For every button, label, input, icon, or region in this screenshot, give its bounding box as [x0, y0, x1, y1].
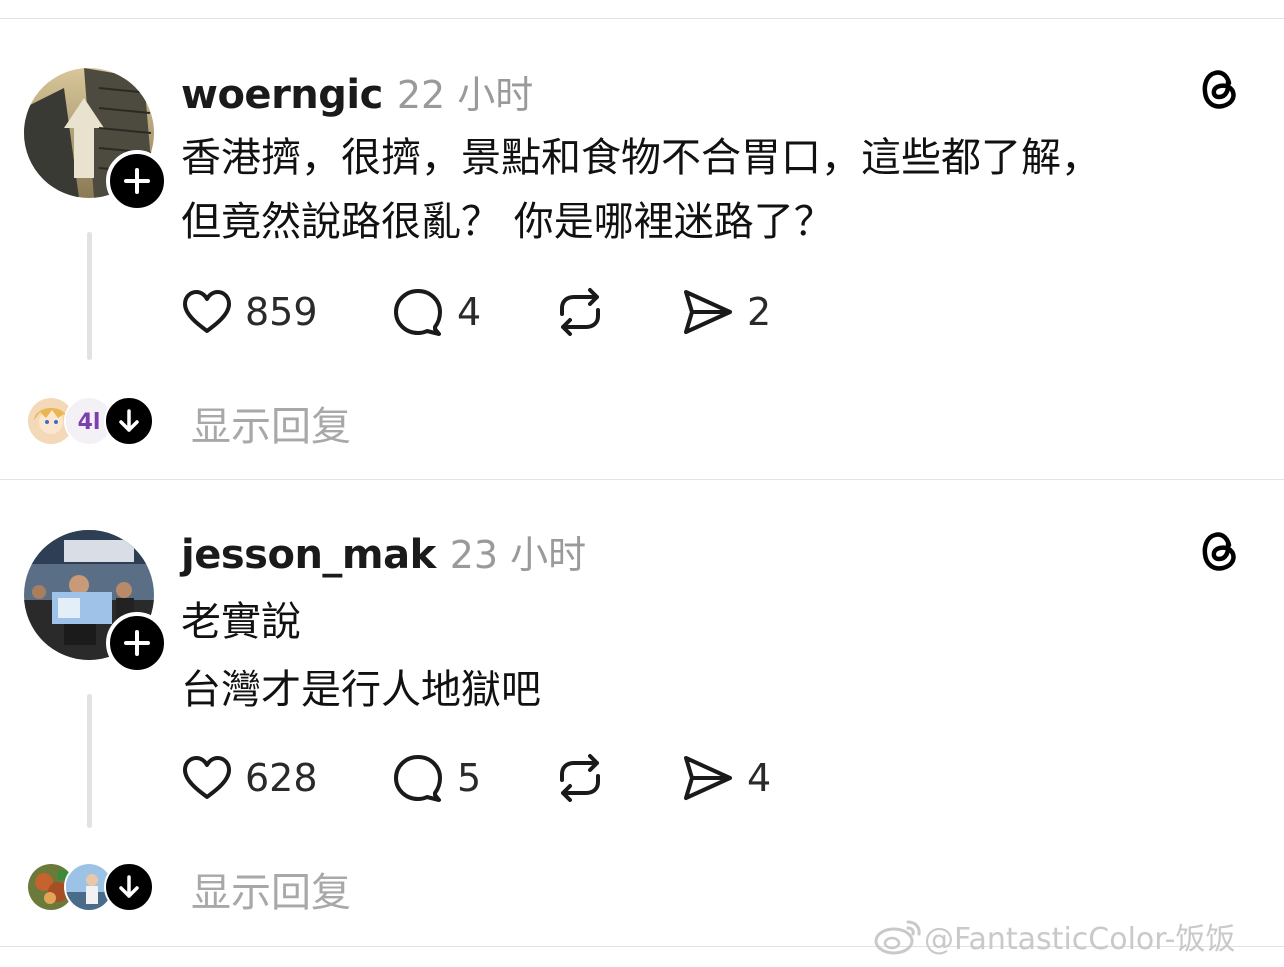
post-body-line: 台灣才是行人地獄吧	[181, 667, 541, 713]
username[interactable]: jesson_mak	[181, 532, 436, 578]
post-divider	[0, 479, 1284, 480]
send-icon	[684, 756, 732, 800]
share-button[interactable]: 4	[681, 750, 771, 806]
repost-icon	[560, 754, 600, 802]
thread-line	[87, 694, 92, 828]
like-count: 628	[245, 756, 318, 800]
share-count: 4	[747, 756, 772, 800]
action-bar: 628 5 4	[181, 750, 821, 806]
follow-button[interactable]	[106, 612, 168, 674]
heart-icon	[183, 756, 231, 799]
weibo-logo-icon	[874, 920, 921, 955]
show-replies-row[interactable]: 显示回复	[26, 862, 426, 916]
expand-replies-button[interactable]	[104, 862, 154, 912]
comment-count: 5	[457, 756, 482, 800]
post-body: 老實說 台灣才是行人地獄吧	[181, 588, 541, 724]
plus-icon	[124, 630, 150, 656]
threads-logo-icon[interactable]	[1196, 526, 1244, 574]
repost-button[interactable]	[553, 750, 607, 806]
threads-feed: woerngic 22 小时 香港擠，很擠，景點和食物不合胃口，這些都了解， 但…	[0, 0, 1284, 967]
timestamp: 23 小时	[449, 533, 587, 577]
arrow-down-icon	[119, 875, 139, 898]
comment-icon	[394, 755, 442, 802]
watermark: @FantasticColor-饭饭	[872, 914, 1236, 958]
watermark-text: @FantasticColor-饭饭	[924, 922, 1236, 957]
post-jesson_mak: jesson_mak 23 小时 老實說 台灣才是行人地獄吧 628 5 4 显…	[0, 0, 1284, 916]
like-button[interactable]: 628	[181, 750, 318, 806]
post-body-line: 老實說	[181, 599, 301, 645]
comment-button[interactable]: 5	[391, 750, 481, 806]
show-replies-link[interactable]: 显示回复	[191, 860, 351, 918]
